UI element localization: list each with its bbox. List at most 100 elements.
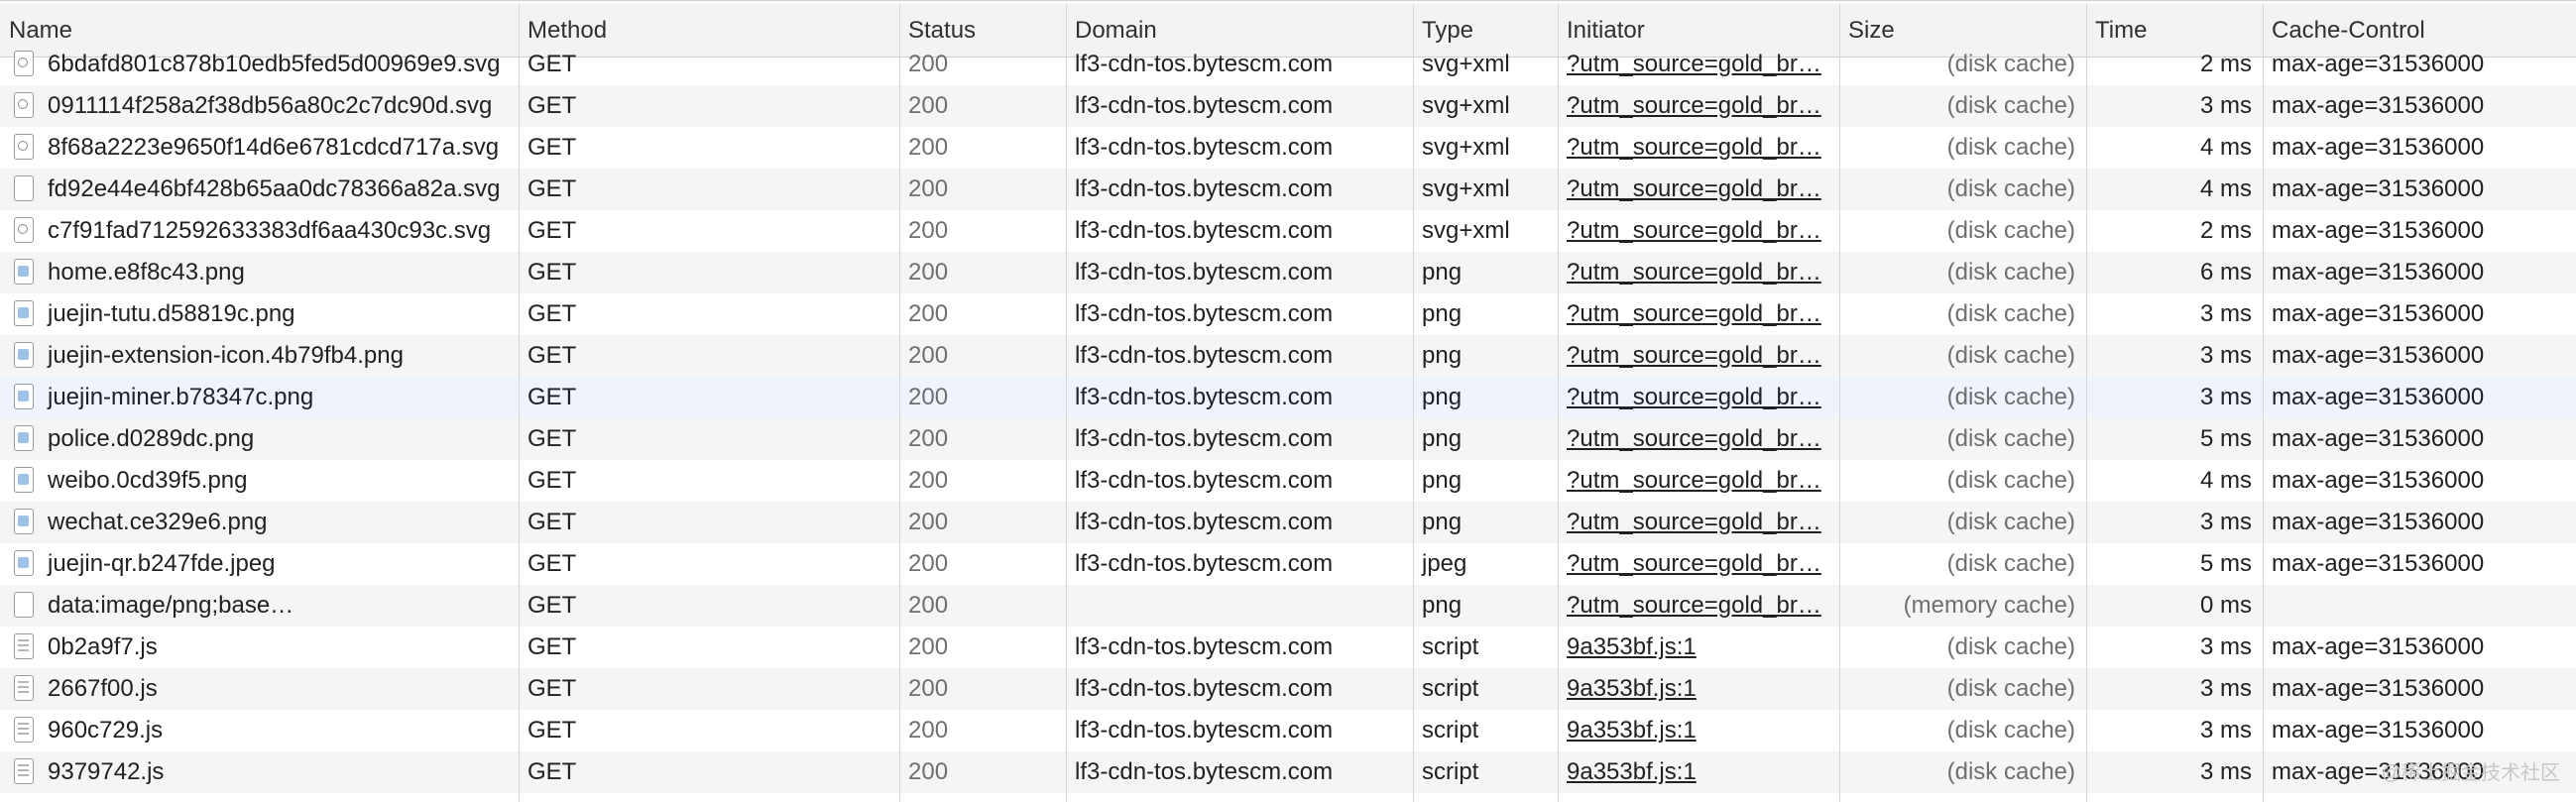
cell-method: GET [527,175,577,202]
cell-initiator[interactable]: ?utm_source=gold_br… [1558,210,1839,252]
cell-initiator[interactable]: ?utm_source=gold_br… [1558,44,1839,85]
cell-status: 200 [908,92,949,119]
cell-initiator[interactable]: ?utm_source=gold_br… [1558,377,1839,418]
table-row[interactable]: weibo.0cd39f5.png GET 200 lf3-cdn-tos.bytes… [0,460,2576,502]
column-divider[interactable] [1066,4,1067,802]
cell-size: (disk cache) [1946,758,2075,785]
cell-type: svg+xml [1422,217,1510,244]
cell-cache: max-age=31536000 [2272,717,2485,744]
table-row[interactable]: juejin-qr.b247fde.jpeg GET 200 lf3-cdn-tos.… [0,543,2576,585]
cell-cache: max-age=31536000 [2272,217,2485,244]
table-row[interactable]: 8f68a2223e9650f14d6e6781cdcd717a.svg GET 2… [0,127,2576,169]
cell-initiator[interactable]: ?utm_source=gold_br… [1558,543,1839,585]
cell-status: 200 [908,300,949,327]
cell-status: 200 [908,717,949,744]
cell-size: (disk cache) [1946,175,2075,202]
cell-initiator[interactable]: ?utm_source=gold_br… [1558,502,1839,543]
cell-cache: max-age=31536000 [2272,134,2485,161]
column-divider[interactable] [1558,4,1559,802]
cell-size: (disk cache) [1946,550,2075,577]
cell-method: GET [527,300,577,327]
cell-initiator[interactable]: ?utm_source=gold_br… [1558,460,1839,502]
cell-type: svg+xml [1422,51,1510,77]
cell-method: GET [527,342,577,369]
cell-domain: lf3-cdn-tos.bytescm.com [1075,425,1334,452]
table-row[interactable]: 960c729.js GET 200 lf3-cdn-tos.bytescm.com s… [0,710,2576,751]
cell-type: png [1422,300,1463,327]
table-row[interactable]: data:image/png;base… GET 200 png ?utm_source… [0,585,2576,627]
cell-initiator[interactable]: ?utm_source=gold_br… [1558,293,1839,335]
cell-size: (disk cache) [1946,509,2075,535]
cell-domain: lf3-cdn-tos.bytescm.com [1075,633,1334,660]
table-row[interactable]: 9379742.js GET 200 lf3-cdn-tos.bytescm.com s… [0,751,2576,793]
table-row[interactable]: juejin-tutu.d58819c.png GET 200 lf3-cdn-tos… [0,293,2576,335]
cell-initiator[interactable]: ?utm_source=gold_br… [1558,335,1839,377]
cell-cache: max-age=31536000 [2272,342,2485,369]
cell-cache: max-age=31536000 [2272,509,2485,535]
cell-initiator[interactable]: 9a353bf.js:1 [1558,751,1839,793]
cell-initiator[interactable]: ?utm_source=gold_br… [1558,252,1839,293]
column-divider[interactable] [1839,4,1840,802]
cell-initiator[interactable]: ?utm_source=gold_br… [1558,585,1839,627]
cell-type: script [1422,717,1479,744]
cell-name: juejin-tutu.d58819c.png [48,300,295,327]
column-divider[interactable] [519,4,520,802]
cell-method: GET [527,633,577,660]
cell-status: 200 [908,467,949,494]
cell-method: GET [527,217,577,244]
cell-initiator[interactable]: 9a353bf.js:1 [1558,710,1839,751]
column-divider[interactable] [2086,4,2087,802]
cell-method: GET [527,467,577,494]
cell-size: (memory cache) [1903,592,2075,619]
cell-initiator[interactable]: ?utm_source=gold_br… [1558,127,1839,169]
cell-domain: lf3-cdn-tos.bytescm.com [1075,259,1334,286]
table-row[interactable]: home.e8f8c43.png GET 200 lf3-cdn-tos.bytesc… [0,252,2576,293]
cell-type: svg+xml [1422,134,1510,161]
cell-time: 3 ms [2199,758,2252,785]
table-row[interactable]: c7f91fad712592633383df6aa430c93c.svg GET 2… [0,210,2576,252]
cell-status: 200 [908,509,949,535]
cell-initiator[interactable]: ?utm_source=gold_br… [1558,85,1839,127]
cell-time: 0 ms [2199,592,2252,619]
cell-cache: max-age=31536000 [2272,467,2485,494]
table-row[interactable]: 0911114f258a2f38db56a80c2c7dc90d.svg GET 2… [0,85,2576,127]
cell-cache: max-age=31536000 [2272,550,2485,577]
cell-type: svg+xml [1422,175,1510,202]
table-row[interactable]: 2667f00.js GET 200 lf3-cdn-tos.bytescm.com s… [0,668,2576,710]
cell-domain: lf3-cdn-tos.bytescm.com [1075,175,1334,202]
cell-size: (disk cache) [1946,425,2075,452]
cell-cache: max-age=31536000 [2272,92,2485,119]
cell-status: 200 [908,259,949,286]
cell-type: script [1422,675,1479,702]
column-divider[interactable] [1413,4,1414,802]
table-row[interactable]: wechat.ce329e6.png GET 200 lf3-cdn-tos.byte… [0,502,2576,543]
cell-type: png [1422,509,1463,535]
cell-initiator[interactable]: ?utm_source=gold_br… [1558,169,1839,210]
table-row[interactable]: juejin-miner.b78347c.png GET 200 lf3-cdn-to… [0,377,2576,418]
cell-status: 200 [908,384,949,410]
cell-cache: max-age=31536000 [2272,633,2485,660]
column-divider[interactable] [899,4,900,802]
cell-type: script [1422,758,1479,785]
table-row[interactable]: 6bdafd801c878b10edb5fed5d00969e9.svg GET 2… [0,44,2576,85]
cell-type: png [1422,425,1463,452]
table-row[interactable]: 0b2a9f7.js GET 200 lf3-cdn-tos.bytescm.com s… [0,627,2576,668]
table-row[interactable]: police.d0289dc.png GET 200 lf3-cdn-tos.byte… [0,418,2576,460]
cell-initiator[interactable]: ?utm_source=gold_br… [1558,418,1839,460]
cell-cache: max-age=31536000 [2272,175,2485,202]
cell-size: (disk cache) [1946,633,2075,660]
cell-method: GET [527,259,577,286]
cell-time: 4 ms [2199,134,2252,161]
cell-time: 2 ms [2199,217,2252,244]
table-row[interactable]: fd92e44e46bf428b65aa0dc78366a82a.svg GET 2… [0,169,2576,210]
cell-size: (disk cache) [1946,384,2075,410]
cell-size: (disk cache) [1946,675,2075,702]
network-request-table: Name Method Status Domain Type Initiator… [0,0,2576,802]
cell-status: 200 [908,425,949,452]
cell-initiator[interactable]: 9a353bf.js:1 [1558,627,1839,668]
cell-name: c7f91fad712592633383df6aa430c93c.svg [48,217,492,244]
cell-initiator[interactable]: 9a353bf.js:1 [1558,668,1839,710]
column-divider[interactable] [2263,4,2264,802]
cell-name: police.d0289dc.png [48,425,255,452]
table-row[interactable]: juejin-extension-icon.4b79fb4.png GET 200 l… [0,335,2576,377]
